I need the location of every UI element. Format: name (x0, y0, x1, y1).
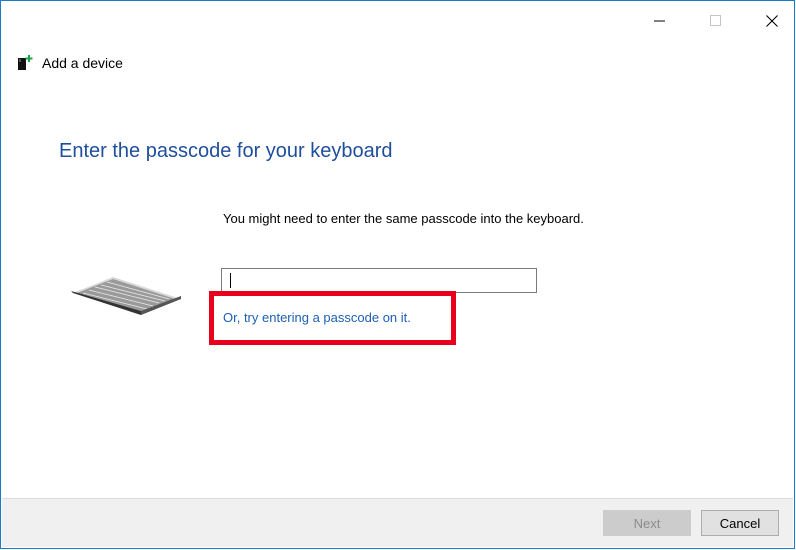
instruction-text: You might need to enter the same passcod… (223, 211, 584, 226)
app-header: Add a device (17, 54, 123, 72)
title-bar (1, 1, 794, 41)
add-device-icon (18, 55, 33, 70)
add-device-window: Add a device Enter the passcode for your… (0, 0, 795, 549)
maximize-button[interactable] (693, 1, 739, 41)
maximize-icon (710, 15, 721, 26)
minimize-button[interactable] (637, 1, 683, 41)
cancel-button[interactable]: Cancel (701, 510, 779, 536)
footer-bar: Next Cancel (2, 498, 793, 547)
text-caret (230, 273, 231, 288)
passcode-input[interactable] (221, 268, 537, 293)
close-button[interactable] (749, 1, 795, 41)
close-icon (766, 15, 778, 27)
page-title: Enter the passcode for your keyboard (59, 140, 393, 162)
next-button[interactable]: Next (603, 510, 691, 536)
alternate-passcode-link[interactable]: Or, try entering a passcode on it. (223, 310, 411, 325)
keyboard-image (71, 277, 181, 315)
app-title: Add a device (42, 55, 123, 71)
minimize-icon (654, 20, 665, 22)
